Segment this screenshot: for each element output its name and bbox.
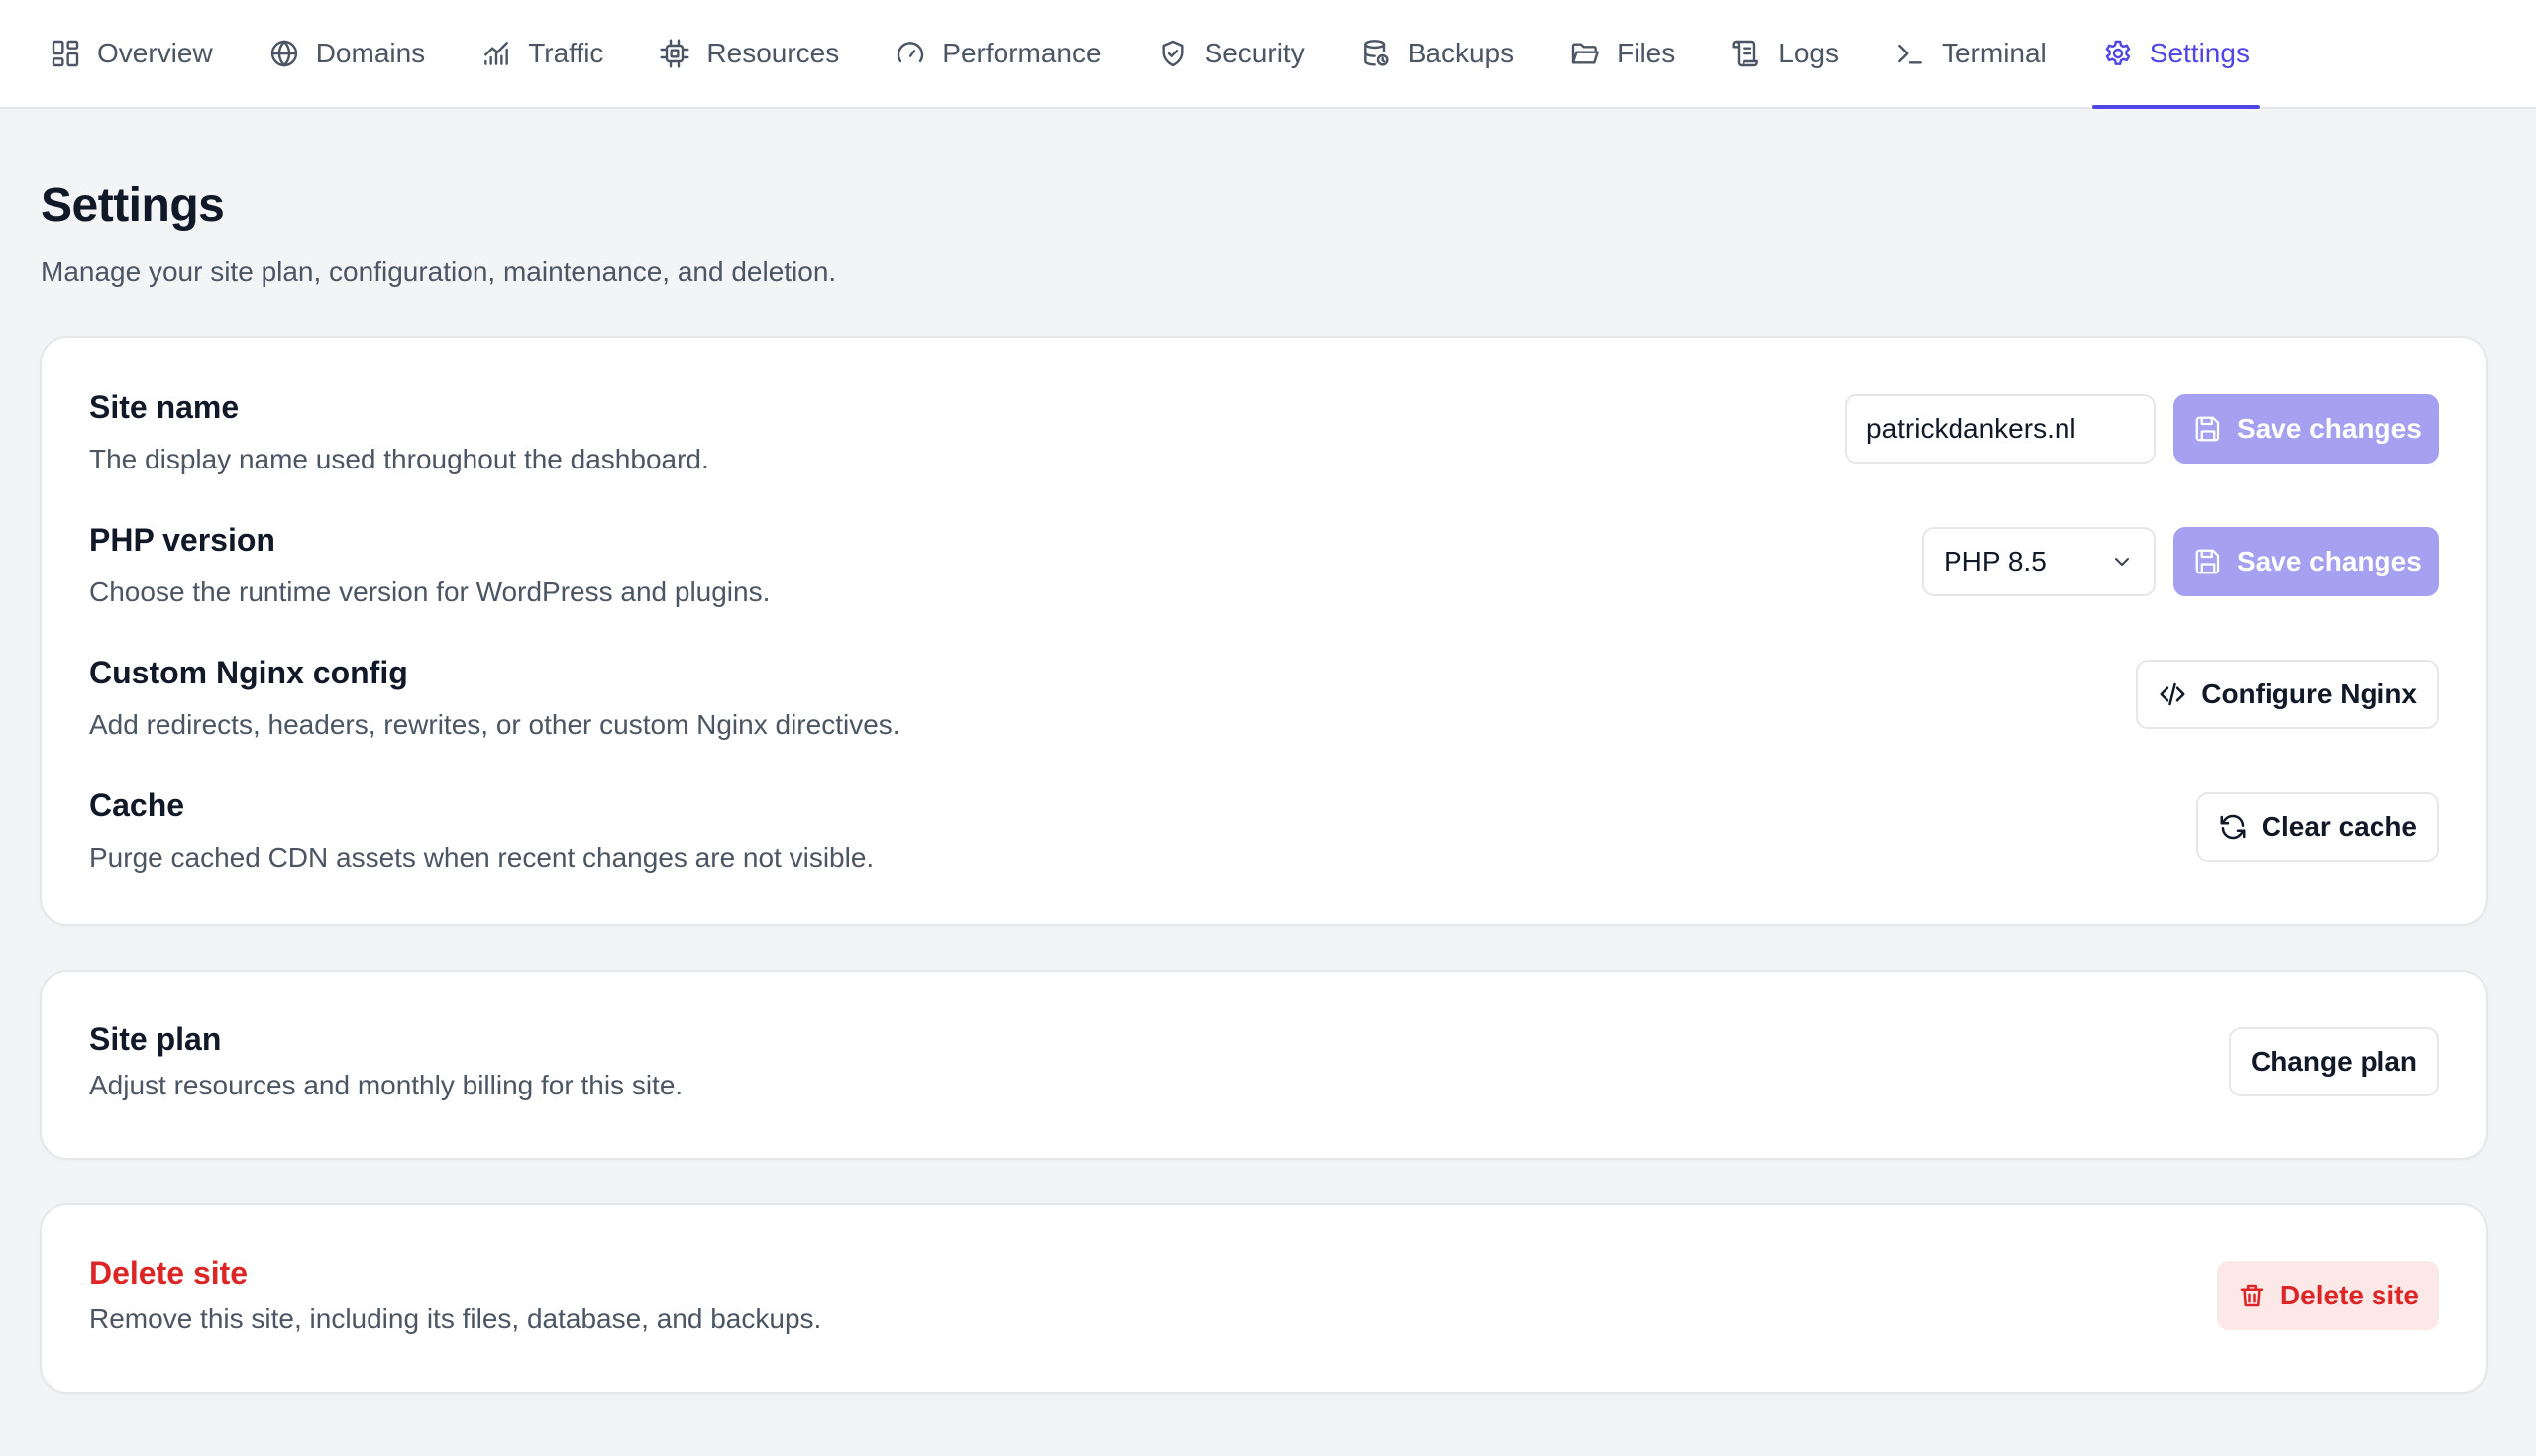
code-icon <box>2160 682 2185 706</box>
site-name-input[interactable] <box>1845 394 2156 464</box>
site-plan-row: Site plan Adjust resources and monthly b… <box>89 1021 2439 1101</box>
shield-icon <box>1162 40 1184 67</box>
cache-title: Cache <box>89 787 185 823</box>
tab-label: Overview <box>97 38 213 68</box>
trash-icon <box>2240 1284 2264 1307</box>
button-label: Save changes <box>2237 546 2422 576</box>
tab-files[interactable]: Files <box>1541 0 1703 107</box>
button-label: Change plan <box>2250 1046 2417 1077</box>
clear-cache-button[interactable]: Clear cache <box>2195 792 2439 862</box>
settings-main: Settings Manage your site plan, configur… <box>0 109 2536 1394</box>
save-icon <box>2195 416 2220 442</box>
tab-label: Domains <box>315 38 426 68</box>
php-version-title: PHP version <box>89 522 275 558</box>
refresh-icon <box>2220 814 2246 840</box>
configuration-card: Site name The display name used througho… <box>40 336 2488 926</box>
save-site-name-button[interactable]: Save changes <box>2173 394 2439 464</box>
button-label: Configure Nginx <box>2201 678 2417 709</box>
tab-resources[interactable]: Resources <box>631 0 867 107</box>
delete-site-desc: Remove this site, including its files, d… <box>89 1303 822 1334</box>
site-name-desc: The display name used throughout the das… <box>89 444 709 474</box>
tab-label: Terminal <box>1941 38 2047 68</box>
nginx-row: Custom Nginx config Add redirects, heade… <box>89 655 2439 787</box>
tab-performance[interactable]: Performance <box>867 0 1128 107</box>
page-subtitle: Manage your site plan, configuration, ma… <box>41 257 837 287</box>
delete-site-button[interactable]: Delete site <box>2216 1261 2439 1330</box>
terminal-icon <box>1898 44 1922 64</box>
chevron-down-icon <box>2115 558 2129 566</box>
tab-logs[interactable]: Logs <box>1703 0 1866 107</box>
tab-overview[interactable]: Overview <box>40 0 241 107</box>
tab-domains[interactable]: Domains <box>241 0 453 107</box>
tab-label: Security <box>1204 38 1305 68</box>
configure-nginx-button[interactable]: Configure Nginx <box>2136 660 2439 729</box>
gauge-icon <box>898 42 924 63</box>
grid-icon <box>52 40 79 67</box>
save-php-version-button[interactable]: Save changes <box>2173 527 2439 596</box>
tab-traffic[interactable]: Traffic <box>453 0 631 107</box>
site-name-row: Site name The display name used througho… <box>89 389 2439 522</box>
nginx-desc: Add redirects, headers, rewrites, or oth… <box>89 709 900 740</box>
tab-label: Traffic <box>528 38 604 68</box>
site-name-title: Site name <box>89 389 240 425</box>
tab-backups[interactable]: Backups <box>1332 0 1541 107</box>
nginx-title: Custom Nginx config <box>89 655 408 690</box>
folder-icon <box>1571 43 1599 64</box>
tab-label: Backups <box>1407 38 1515 68</box>
tab-label: Logs <box>1778 38 1839 68</box>
tab-label: Files <box>1617 38 1676 68</box>
change-plan-button[interactable]: Change plan <box>2228 1027 2439 1096</box>
site-plan-title: Site plan <box>89 1021 222 1057</box>
database-icon <box>1363 40 1389 66</box>
tab-settings[interactable]: Settings <box>2074 0 2277 109</box>
save-icon <box>2195 549 2220 574</box>
php-version-select[interactable]: PHP 8.5 <box>1922 527 2156 596</box>
site-plan-desc: Adjust resources and monthly billing for… <box>89 1070 684 1100</box>
gear-icon <box>2105 40 2131 65</box>
site-plan-card: Site plan Adjust resources and monthly b… <box>40 970 2488 1160</box>
tab-terminal[interactable]: Terminal <box>1866 0 2074 107</box>
chart-icon <box>484 42 509 65</box>
tab-label: Resources <box>706 38 840 68</box>
cache-desc: Purge cached CDN assets when recent chan… <box>89 842 875 873</box>
globe-icon <box>270 40 297 67</box>
button-label: Delete site <box>2279 1280 2419 1310</box>
tab-label: Performance <box>942 38 1102 68</box>
delete-site-card: Delete site Remove this site, including … <box>40 1203 2488 1394</box>
scroll-icon <box>1732 40 1759 67</box>
button-label: Clear cache <box>2261 811 2417 842</box>
php-version-desc: Choose the runtime version for WordPress… <box>89 576 771 607</box>
delete-site-title: Delete site <box>89 1255 249 1291</box>
tab-label: Settings <box>2149 38 2250 68</box>
delete-site-row: Delete site Remove this site, including … <box>89 1255 2439 1335</box>
button-label: Save changes <box>2237 413 2422 444</box>
php-version-row: PHP version Choose the runtime version f… <box>89 522 2439 655</box>
cache-row: Cache Purge cached CDN assets when recen… <box>89 787 2439 920</box>
php-version-value: PHP 8.5 <box>1944 546 2047 576</box>
top-navigation: Overview Domains Traffic Resources Perfo… <box>0 0 2536 109</box>
page-title: Settings <box>41 179 225 232</box>
tab-security[interactable]: Security <box>1129 0 1332 107</box>
chip-icon <box>660 39 689 68</box>
